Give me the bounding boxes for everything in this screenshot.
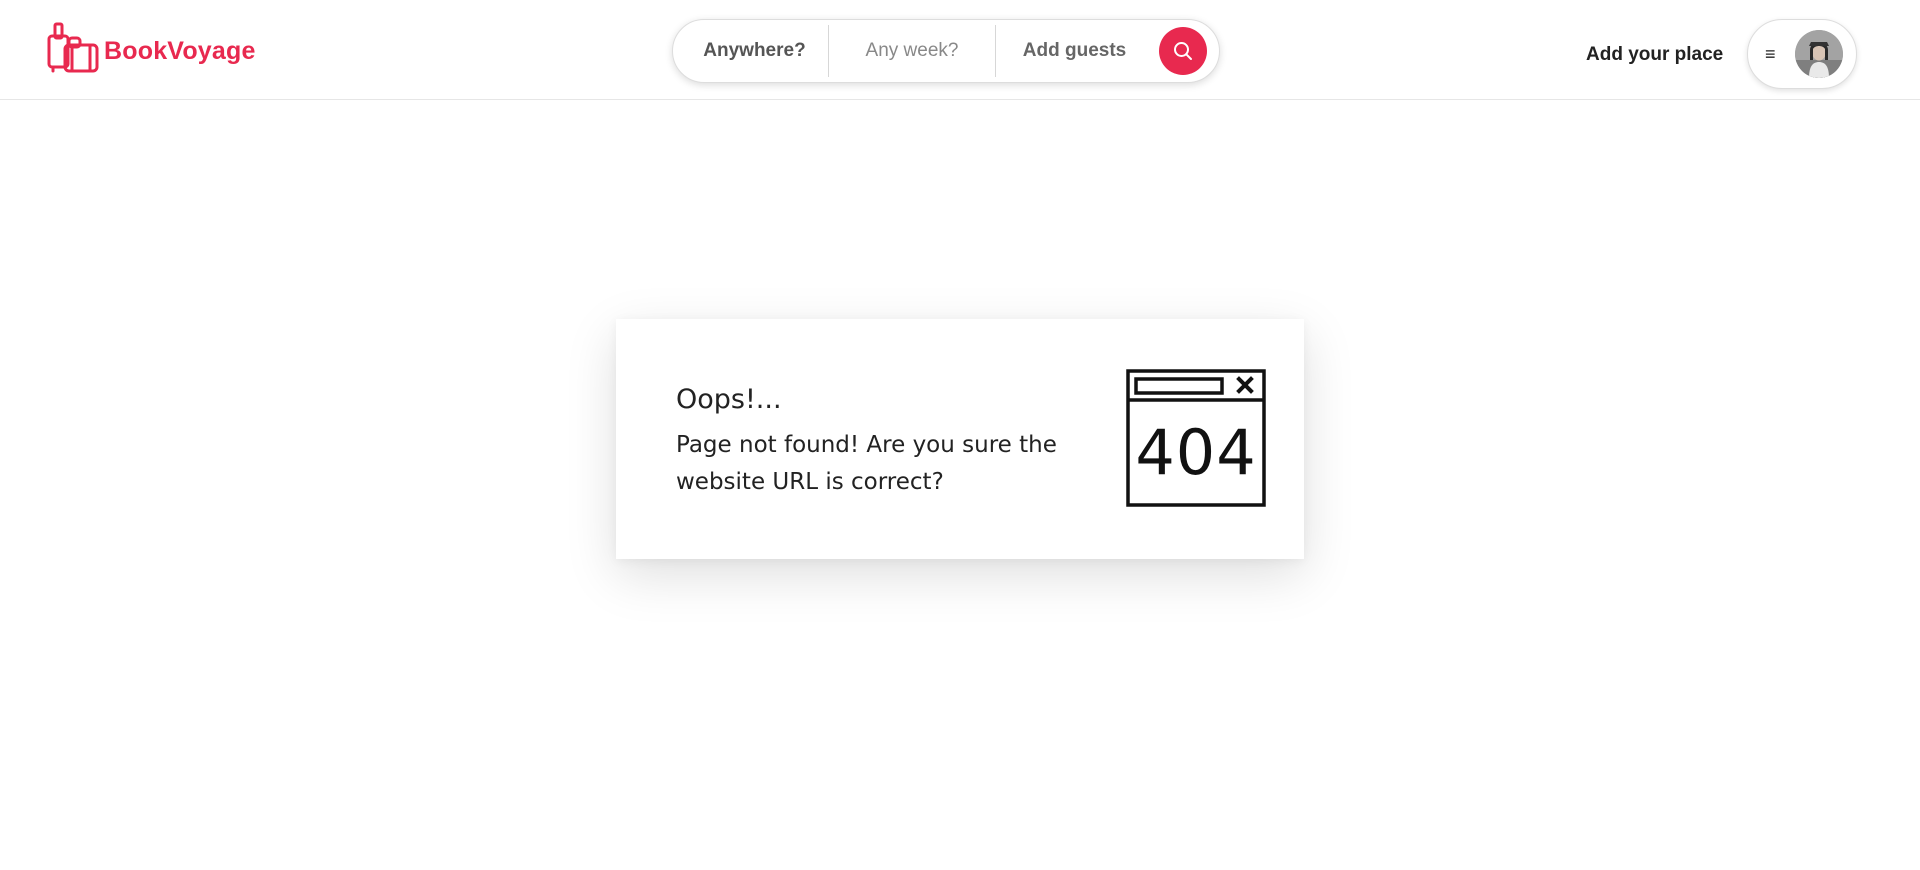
error-message: Page not found! Are you sure the website…	[676, 432, 1057, 495]
error-title: Oops!...	[676, 384, 782, 415]
browser-window-404-icon: 404	[1126, 369, 1266, 507]
search-location-button[interactable]: Anywhere?	[673, 20, 828, 82]
search-bar: Anywhere? Any week? Add guests	[672, 19, 1220, 83]
search-dates-button[interactable]: Any week?	[829, 20, 995, 82]
brand-name: BookVoyage	[104, 36, 256, 65]
hamburger-menu-icon: ≡	[1765, 44, 1776, 64]
luggage-icon	[47, 22, 99, 73]
avatar	[1795, 30, 1843, 78]
illustration-404-text: 404	[1135, 416, 1256, 489]
error-card: Oops!... Page not found! Are you sure th…	[616, 319, 1304, 559]
brand-logo-link[interactable]: BookVoyage	[46, 20, 256, 76]
search-icon	[1174, 42, 1192, 60]
top-navbar: BookVoyage Anywhere? Any week? Add guest…	[0, 0, 1920, 100]
add-your-place-link[interactable]: Add your place	[1586, 44, 1723, 66]
user-menu-button[interactable]: ≡	[1747, 19, 1857, 89]
search-guests-button[interactable]: Add guests	[996, 20, 1153, 82]
search-submit-button[interactable]	[1159, 27, 1207, 75]
